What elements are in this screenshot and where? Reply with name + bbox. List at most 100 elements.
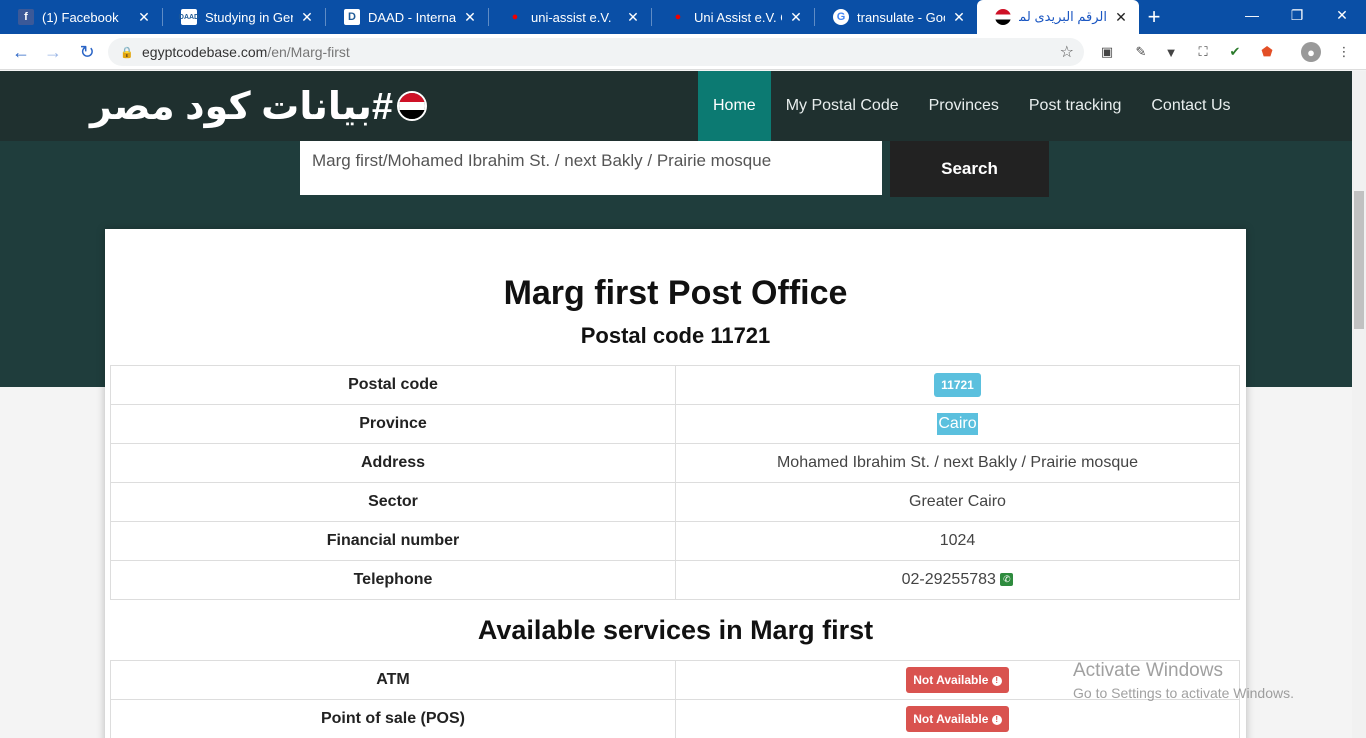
browser-tab[interactable]: ● Uni Assist e.V. Onl ✕ [652,0,814,34]
tab-title: uni-assist e.V. [531,9,612,25]
close-icon[interactable]: ✕ [788,9,804,26]
html5-extension-icon[interactable]: ⬟ [1257,42,1277,62]
row-value: 11721 [675,365,1240,405]
menu-contact-us[interactable]: Contact Us [1136,71,1245,141]
menu-my-postal-code[interactable]: My Postal Code [771,71,914,141]
browser-tab-bar: f (1) Facebook ✕ DAAD Studying in Germa … [0,0,1366,34]
new-tab-button[interactable]: + [1139,0,1169,34]
browser-tab-active[interactable]: الرقم البريدى لمكتب ✕ [977,0,1139,34]
table-row: Point of sale (POS) Not Available ! [110,699,1240,738]
status-badge: Not Available ! [906,706,1009,732]
phone-icon[interactable]: ✆ [1000,573,1014,587]
daad-icon: DAAD [179,9,199,25]
info-icon: ! [991,714,1002,725]
uni-assist-icon: ● [674,11,682,23]
table-row: ATM Not Available ! [110,660,1240,700]
logo-text: #بيانات كود مصر [90,85,394,128]
table-row: Postal code 11721 [110,365,1240,405]
facebook-icon: f [18,9,34,25]
watermark-line2: Go to Settings to activate Windows. [1073,685,1294,701]
scrollbar-thumb[interactable] [1354,191,1364,329]
row-value: 02-29255783 ✆ [675,560,1240,600]
site-navbar: #بيانات كود مصر Home My Postal Code Prov… [0,71,1352,141]
row-value: Cairo [675,404,1240,444]
tab-title: DAAD - Internatio [368,9,456,25]
close-icon[interactable]: ✕ [136,9,152,26]
main-menu: Home My Postal Code Provinces Post track… [698,71,1246,141]
egypt-flag-icon [995,9,1011,25]
close-icon[interactable]: ✕ [625,9,641,26]
pen-extension-icon[interactable]: ✎ [1131,42,1151,62]
vpn-extension-icon[interactable]: ▼ [1161,42,1181,62]
minimize-button[interactable]: — [1230,0,1274,30]
browser-tab[interactable]: DAAD Studying in Germa ✕ [163,0,325,34]
status-badge-label: Not Available [913,673,989,687]
search-input[interactable]: Marg first/Mohamed Ibrahim St. / next Ba… [300,141,882,195]
tab-title: (1) Facebook [42,9,119,25]
row-value: Mohamed Ibrahim St. / next Bakly / Prair… [675,443,1240,483]
forward-button[interactable]: → [38,37,68,67]
browser-tab[interactable]: G transulate - Googl ✕ [815,0,977,34]
status-badge-label: Not Available [913,712,989,726]
menu-provinces[interactable]: Provinces [914,71,1014,141]
window-close-button[interactable]: ✕ [1320,0,1364,30]
web-page: #بيانات كود مصر Home My Postal Code Prov… [0,71,1352,738]
close-icon[interactable]: ✕ [951,9,967,26]
tab-title: الرقم البريدى لمكتب [1019,9,1107,24]
tab-title: Uni Assist e.V. Onl [694,9,782,25]
browser-tab[interactable]: f (1) Facebook ✕ [0,0,162,34]
browser-toolbar: ← → ↻ 🔒 egyptcodebase.com/en/Marg-first … [0,34,1366,70]
menu-post-tracking[interactable]: Post tracking [1014,71,1136,141]
close-icon[interactable]: ✕ [1113,9,1129,26]
service-name: ATM [110,660,676,700]
province-link[interactable]: Cairo [937,413,978,435]
page-title: Marg first Post Office [503,274,848,312]
google-icon: G [833,9,849,25]
uni-assist-icon: ● [511,11,519,23]
row-key: Financial number [110,521,676,561]
table-row: Sector Greater Cairo [110,482,1240,522]
row-key: Address [110,443,676,483]
reload-button[interactable]: ↻ [72,37,102,67]
row-key: Telephone [110,560,676,600]
back-button[interactable]: ← [6,37,36,67]
office-info-table: Postal code 11721 Province Cairo Address… [110,365,1240,600]
menu-kebab-icon[interactable]: ⋮ [1334,42,1354,62]
row-key: Postal code [110,365,676,405]
services-title: Available services in Marg first [477,615,874,645]
postal-code-badge[interactable]: 11721 [934,373,981,397]
table-row: Province Cairo [110,404,1240,444]
url-domain: egyptcodebase.com [142,44,268,60]
browser-tab[interactable]: ● uni-assist e.V. ✕ [489,0,651,34]
postal-code-subtitle: Postal code 11721 [580,323,771,348]
windows-activation-watermark: Activate Windows Go to Settings to activ… [1073,660,1294,701]
table-row: Financial number 1024 [110,521,1240,561]
daad-d-icon: D [344,9,360,25]
tab-title: Studying in Germa [205,9,293,25]
row-key: Province [110,404,676,444]
tab-title: transulate - Googl [857,9,945,25]
close-icon[interactable]: ✕ [462,9,478,26]
restore-button[interactable]: ❐ [1275,0,1319,30]
url-path: /en/Marg-first [267,44,350,60]
bookmark-star-icon[interactable]: ☆ [1060,42,1074,62]
profile-avatar-icon[interactable]: ● [1301,42,1321,62]
row-key: Sector [110,482,676,522]
site-logo[interactable]: #بيانات كود مصر [90,81,428,131]
lock-icon: 🔒 [120,47,134,59]
search-button[interactable]: Search [890,141,1049,197]
table-row: Address Mohamed Ibrahim St. / next Bakly… [110,443,1240,483]
extension-icon[interactable]: ▣ [1097,42,1117,62]
page-scrollbar[interactable] [1352,71,1366,738]
address-bar[interactable]: 🔒 egyptcodebase.com/en/Marg-first ☆ [108,38,1084,66]
menu-home[interactable]: Home [698,71,771,141]
row-value: 1024 [675,521,1240,561]
browser-tab[interactable]: D DAAD - Internatio ✕ [326,0,488,34]
close-icon[interactable]: ✕ [299,9,315,26]
info-icon: ! [991,675,1002,686]
services-table: ATM Not Available ! Point of sale (POS) … [110,660,1240,738]
telephone-number[interactable]: 02-29255783 [902,571,996,588]
row-value: Greater Cairo [675,482,1240,522]
screenshot-extension-icon[interactable]: ⛶ [1193,42,1213,62]
check-extension-icon[interactable]: ✔ [1225,42,1245,62]
